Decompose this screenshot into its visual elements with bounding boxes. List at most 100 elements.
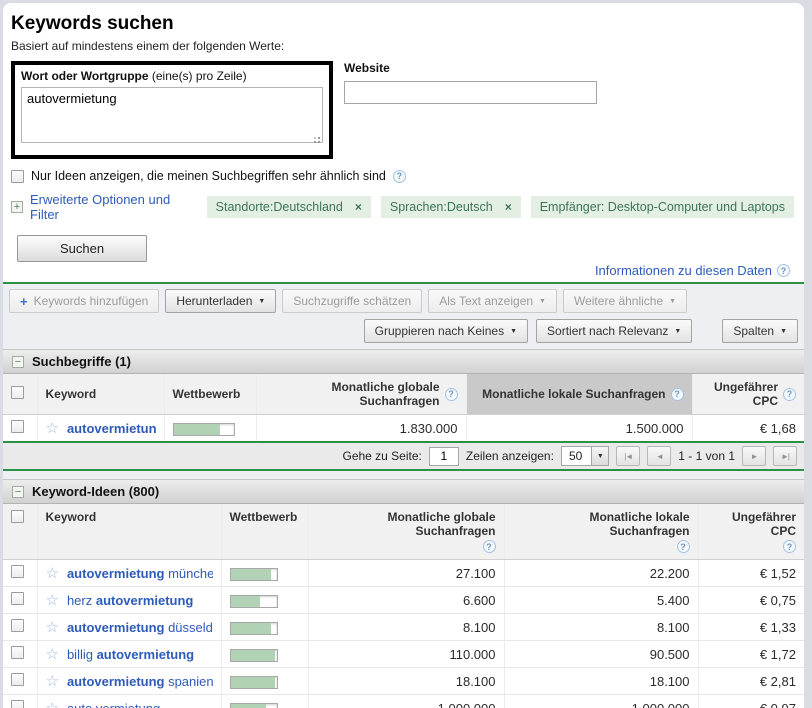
star-icon[interactable]: ☆ [46, 621, 59, 634]
competition-bar [230, 595, 278, 608]
col-header-keyword[interactable]: Keyword [37, 374, 164, 415]
local-searches-value: 18.100 [504, 668, 698, 695]
page-title: Keywords suchen [11, 13, 794, 35]
table-row: ☆ autovermietung düsseldorf 8.100 8.100 … [3, 614, 804, 641]
goto-page-input[interactable] [429, 447, 459, 466]
plus-icon: + [20, 294, 28, 309]
col-header-local-searches-sorted[interactable]: Monatliche lokale Suchanfragen? [466, 374, 692, 415]
sort-by-button[interactable]: Sortiert nach Relevanz ▼ [536, 319, 692, 343]
select-all-checkbox[interactable] [11, 386, 24, 399]
help-icon[interactable]: ? [445, 388, 458, 401]
show-as-text-button[interactable]: Als Text anzeigen ▼ [428, 289, 557, 313]
global-searches-value: 27.100 [308, 560, 504, 587]
prev-page-button[interactable]: ◄ [647, 446, 671, 466]
table-row: ☆ autovermietung spanien 18.100 18.100 €… [3, 668, 804, 695]
help-icon[interactable]: ? [671, 388, 684, 401]
help-icon[interactable]: ? [783, 388, 796, 401]
page-subtitle: Basiert auf mindestens einem der folgend… [11, 39, 794, 53]
help-icon[interactable]: ? [483, 540, 496, 553]
collapse-icon[interactable]: − [12, 356, 24, 368]
cpc-value: € 1,52 [698, 560, 804, 587]
search-terms-header-row: Keyword Wettbewerb Monatliche globale Su… [3, 374, 804, 415]
estimate-traffic-button[interactable]: Suchzugriffe schätzen [282, 289, 422, 313]
group-by-label: Gruppieren nach Keines [375, 324, 504, 338]
row-checkbox[interactable] [11, 646, 24, 659]
star-icon[interactable]: ☆ [46, 648, 59, 661]
help-icon[interactable]: ? [393, 170, 406, 183]
col-header-global-searches[interactable]: Monatliche globale Suchanfragen? [256, 374, 466, 415]
star-icon[interactable]: ☆ [46, 567, 59, 580]
goto-page-label: Gehe zu Seite: [342, 449, 421, 463]
select-all-checkbox[interactable] [11, 510, 24, 523]
row-checkbox[interactable] [11, 673, 24, 686]
keyword-link[interactable]: billig autovermietung [67, 647, 194, 662]
keyword-link[interactable]: auto vermietung [67, 701, 160, 708]
keyword-link[interactable]: autovermietung düsseldorf [67, 620, 213, 635]
col-header-cpc-label: Ungefährer CPC [701, 380, 779, 408]
star-icon[interactable]: ☆ [46, 702, 59, 708]
col-header-cpc[interactable]: Ungefährer CPC? [698, 504, 804, 560]
star-icon[interactable]: ☆ [46, 675, 59, 688]
rows-per-page-select[interactable]: 50 ▼ [561, 446, 609, 466]
advanced-options-link[interactable]: Erweiterte Optionen und Filter [30, 192, 193, 222]
collapse-icon[interactable]: − [12, 486, 24, 498]
search-form-section: Keywords suchen Basiert auf mindestens e… [3, 3, 804, 282]
estimate-traffic-label: Suchzugriffe schätzen [293, 294, 411, 308]
keyword-link[interactable]: autovermietung spanien [67, 674, 213, 689]
columns-button[interactable]: Spalten ▼ [722, 319, 798, 343]
col-header-competition[interactable]: Wettbewerb [221, 504, 308, 560]
close-icon[interactable]: × [505, 200, 512, 214]
col-header-cpc[interactable]: Ungefährer CPC? [692, 374, 804, 415]
next-page-button[interactable]: ► [742, 446, 766, 466]
local-searches-value: 22.200 [504, 560, 698, 587]
table-row: ☆ auto vermietung 1.000.000 1.000.000 € … [3, 695, 804, 708]
col-header-global-label: Monatliche globale Suchanfragen [317, 510, 496, 538]
first-page-button[interactable]: |◄ [616, 446, 640, 466]
filter-tag-label: Standorte:Deutschland [216, 200, 343, 214]
search-button[interactable]: Suchen [17, 235, 147, 262]
col-header-keyword[interactable]: Keyword [37, 504, 221, 560]
star-icon[interactable]: ☆ [46, 594, 59, 607]
col-header-local-label: Monatliche lokale Suchanfragen [482, 387, 665, 401]
col-header-cpc-label: Ungefährer CPC [707, 510, 797, 538]
filter-tag-label: Sprachen:Deutsch [390, 200, 493, 214]
help-icon[interactable]: ? [783, 540, 796, 553]
similar-ideas-checkbox[interactable] [11, 170, 24, 183]
star-icon[interactable]: ☆ [46, 422, 59, 435]
more-like-these-button[interactable]: Weitere ähnliche ▼ [563, 289, 687, 313]
col-header-competition[interactable]: Wettbewerb [164, 374, 256, 415]
download-button[interactable]: Herunterladen ▼ [165, 289, 276, 313]
row-checkbox[interactable] [11, 565, 24, 578]
competition-bar [230, 703, 278, 708]
row-checkbox[interactable] [11, 619, 24, 632]
columns-label: Spalten [733, 324, 774, 338]
expand-icon[interactable]: + [11, 201, 23, 213]
last-page-button[interactable]: ►| [773, 446, 797, 466]
group-by-button[interactable]: Gruppieren nach Keines ▼ [364, 319, 528, 343]
local-searches-value: 8.100 [504, 614, 698, 641]
show-as-text-label: Als Text anzeigen [439, 294, 533, 308]
keyword-link[interactable]: autovermietung [67, 421, 156, 436]
local-searches-value: 1.000.000 [504, 695, 698, 708]
filter-tag: Standorte:Deutschland × [207, 196, 371, 218]
chevron-down-icon: ▼ [591, 447, 608, 465]
row-checkbox[interactable] [11, 592, 24, 605]
add-keywords-button[interactable]: + Keywords hinzufügen [9, 289, 159, 313]
data-info-link[interactable]: Informationen zu diesen Daten [595, 263, 772, 278]
website-input[interactable] [344, 81, 597, 104]
row-checkbox[interactable] [11, 700, 24, 708]
global-searches-value: 1.000.000 [308, 695, 504, 708]
help-icon[interactable]: ? [777, 264, 790, 277]
help-icon[interactable]: ? [677, 540, 690, 553]
close-icon[interactable]: × [355, 200, 362, 214]
resize-grip-icon[interactable] [311, 134, 320, 143]
filter-tag: Empfänger: Desktop-Computer und Laptops [531, 196, 794, 218]
global-searches-value: 18.100 [308, 668, 504, 695]
row-checkbox[interactable] [11, 420, 24, 433]
keyword-textarea[interactable]: autovermietung [21, 87, 323, 143]
section-gap [3, 471, 804, 479]
keyword-link[interactable]: autovermietung münchen [67, 566, 213, 581]
col-header-global-searches[interactable]: Monatliche globale Suchanfragen? [308, 504, 504, 560]
keyword-link[interactable]: herz autovermietung [67, 593, 193, 608]
col-header-local-searches[interactable]: Monatliche lokale Suchanfragen? [504, 504, 698, 560]
